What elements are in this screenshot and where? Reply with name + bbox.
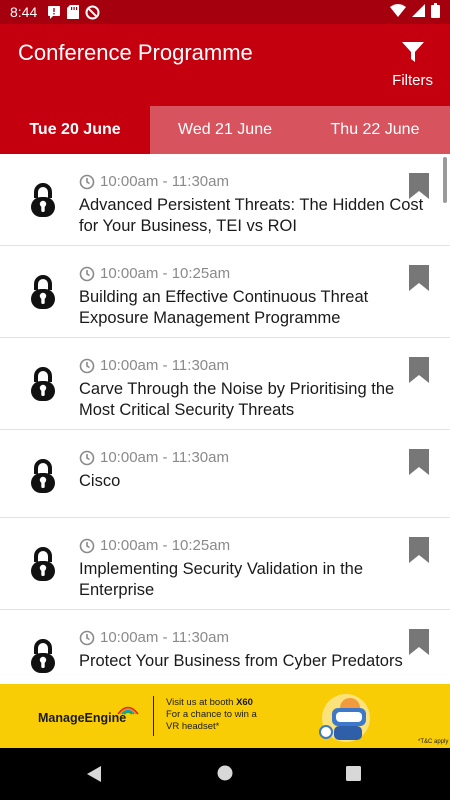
tab-thu-22-june[interactable]: Thu 22 June bbox=[300, 106, 450, 154]
filter-funnel-icon bbox=[401, 40, 425, 68]
cellular-icon bbox=[412, 4, 425, 20]
session-time-text: 10:00am - 11:30am bbox=[100, 449, 229, 466]
battery-icon bbox=[431, 3, 440, 21]
session-row[interactable]: 10:00am - 10:25am Building an Effective C… bbox=[0, 246, 450, 338]
ad-line1-prefix: Visit us at booth bbox=[166, 697, 237, 708]
session-row[interactable]: 10:00am - 10:25am Implementing Security V… bbox=[0, 518, 450, 610]
lock-icon bbox=[30, 274, 56, 315]
session-time-text: 10:00am - 11:30am bbox=[100, 629, 229, 646]
session-time-text: 10:00am - 10:25am bbox=[100, 265, 231, 282]
session-time: 10:00am - 10:25am bbox=[79, 537, 230, 554]
status-bar: 8:44 bbox=[0, 0, 450, 24]
session-row[interactable]: 10:00am - 11:30am Advanced Persistent Thr… bbox=[0, 154, 450, 246]
sd-card-icon bbox=[67, 5, 80, 19]
ad-terms: *T&C apply bbox=[418, 739, 449, 745]
clock-icon bbox=[79, 174, 95, 190]
wifi-icon bbox=[390, 4, 406, 20]
status-time: 8:44 bbox=[10, 4, 38, 20]
do-not-disturb-icon bbox=[85, 5, 100, 20]
lock-icon bbox=[30, 638, 56, 679]
page-title: Conference Programme bbox=[18, 40, 253, 65]
session-title: Implementing Security Validation in the … bbox=[79, 560, 364, 599]
bookmark-icon[interactable] bbox=[408, 629, 430, 660]
notification-icon bbox=[47, 5, 61, 19]
system-nav-bar bbox=[0, 748, 450, 800]
filters-label: Filters bbox=[392, 72, 433, 89]
session-title: Building an Effective Continuous Threat … bbox=[79, 288, 369, 327]
bookmark-icon[interactable] bbox=[408, 265, 430, 296]
lock-icon bbox=[30, 182, 56, 223]
brand-arc-icon bbox=[117, 706, 139, 715]
clock-icon bbox=[79, 266, 95, 282]
bookmark-icon[interactable] bbox=[408, 173, 430, 204]
tab-wed-21-june[interactable]: Wed 21 June bbox=[150, 106, 300, 154]
session-time: 10:00am - 10:25am bbox=[79, 265, 230, 282]
session-title: Cisco bbox=[79, 472, 121, 490]
session-title: Protect Your Business from Cyber Predato… bbox=[79, 652, 403, 670]
back-icon[interactable] bbox=[86, 765, 102, 788]
ad-line2: For a chance to win a bbox=[166, 709, 257, 720]
app-bar: Conference Programme Filters bbox=[0, 24, 450, 106]
session-time: 10:00am - 11:30am bbox=[79, 629, 229, 646]
home-icon[interactable] bbox=[217, 765, 233, 786]
clock-icon bbox=[79, 538, 95, 554]
ad-banner[interactable]: ManageEngine Visit us at booth X60 For a… bbox=[0, 684, 450, 748]
ad-divider bbox=[153, 696, 154, 736]
session-time: 10:00am - 11:30am bbox=[79, 173, 229, 190]
scrollbar[interactable] bbox=[443, 157, 447, 203]
clock-icon bbox=[79, 630, 95, 646]
session-time-text: 10:00am - 10:25am bbox=[100, 537, 231, 554]
session-time: 10:00am - 11:30am bbox=[79, 357, 229, 374]
ad-brand-logo: ManageEngine bbox=[38, 706, 139, 725]
session-row[interactable]: 10:00am - 11:30am Cisco bbox=[0, 430, 450, 518]
session-title: Advanced Persistent Threats: The Hidden … bbox=[79, 196, 424, 235]
session-time-text: 10:00am - 11:30am bbox=[100, 357, 229, 374]
session-row[interactable]: 10:00am - 11:30am Carve Through the Noise… bbox=[0, 338, 450, 430]
lock-icon bbox=[30, 458, 56, 499]
lock-icon bbox=[30, 546, 56, 587]
bookmark-icon[interactable] bbox=[408, 449, 430, 480]
ad-line3: VR headset* bbox=[166, 721, 220, 732]
clock-icon bbox=[79, 358, 95, 374]
bookmark-icon[interactable] bbox=[408, 357, 430, 388]
ad-text: Visit us at booth X60 For a chance to wi… bbox=[166, 697, 257, 733]
bookmark-icon[interactable] bbox=[408, 537, 430, 568]
ad-brand-name: ManageEngine bbox=[38, 711, 127, 725]
session-title: Carve Through the Noise by Prioritising … bbox=[79, 380, 395, 419]
vr-headset-illustration bbox=[319, 694, 370, 742]
tab-tue-20-june[interactable]: Tue 20 June bbox=[0, 106, 150, 154]
filters-button[interactable]: Filters bbox=[392, 40, 433, 89]
ad-booth: X60 bbox=[236, 697, 253, 708]
lock-icon bbox=[30, 366, 56, 407]
clock-icon bbox=[79, 450, 95, 466]
session-list: 10:00am - 11:30am Advanced Persistent Thr… bbox=[0, 154, 450, 684]
date-tabs: Tue 20 June Wed 21 June Thu 22 June bbox=[0, 106, 450, 154]
recents-icon[interactable] bbox=[346, 766, 361, 786]
session-time-text: 10:00am - 11:30am bbox=[100, 173, 229, 190]
session-time: 10:00am - 11:30am bbox=[79, 449, 229, 466]
session-row[interactable]: 10:00am - 11:30am Protect Your Business f… bbox=[0, 610, 450, 684]
